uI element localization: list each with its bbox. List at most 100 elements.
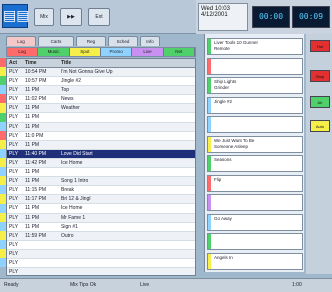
date-line-2: 4/12/2001 bbox=[201, 12, 228, 18]
app-logo-icon[interactable]: ▤▤ bbox=[2, 4, 29, 28]
playlist-row[interactable]: PLY 11 PM Sign #1 bbox=[7, 223, 195, 232]
side-button-1[interactable]: Stop bbox=[310, 70, 330, 82]
cart-item[interactable] bbox=[207, 194, 303, 211]
status-mode: Live bbox=[140, 282, 150, 288]
cart-color-bar bbox=[208, 175, 211, 191]
cell-time: 11:02 PM bbox=[25, 96, 47, 103]
playlist-row[interactable]: PLY bbox=[7, 259, 195, 269]
cell-title: Ice Home bbox=[61, 159, 83, 166]
cart-subtitle: Remote bbox=[214, 46, 230, 51]
cart-title: Go Away bbox=[214, 215, 232, 221]
playlist-row[interactable]: PLY 11:40 PM Love Did Start bbox=[7, 149, 195, 159]
cell-title bbox=[61, 259, 195, 267]
category-3[interactable]: Promo bbox=[100, 48, 133, 56]
cell-time: 11 PM bbox=[25, 123, 40, 130]
playlist-row[interactable]: PLY 11 PM Weather bbox=[7, 104, 195, 114]
cell-act: PLY bbox=[9, 241, 19, 248]
category-0[interactable]: Log bbox=[7, 48, 39, 56]
cell-act: PLY bbox=[9, 187, 19, 194]
playlist-row[interactable]: PLY 11 PM bbox=[7, 168, 195, 178]
playlist-row[interactable]: PLY 11 PM bbox=[7, 122, 195, 132]
cart-item[interactable] bbox=[207, 116, 303, 133]
tab-log[interactable]: Log bbox=[6, 36, 36, 46]
playlist-row[interactable]: PLY 11 PM bbox=[7, 113, 195, 123]
cart-color-bar bbox=[208, 214, 211, 230]
cell-title: Song 1 Intro bbox=[61, 178, 89, 185]
tab-sched[interactable]: Sched bbox=[108, 36, 138, 46]
playlist-row[interactable]: PLY bbox=[7, 241, 195, 250]
cell-title: Sign #1 bbox=[61, 223, 78, 230]
tab-carts[interactable]: Carts bbox=[38, 36, 74, 46]
tab-reg[interactable]: Reg bbox=[76, 36, 106, 46]
cell-act: PLY bbox=[9, 123, 19, 130]
status-bar: Ready Mix Tips Ok Live 1:00 bbox=[0, 278, 332, 292]
cart-item[interactable] bbox=[207, 57, 303, 75]
cell-title: Love Did Start bbox=[61, 150, 93, 157]
skip-button[interactable]: ▶▶ bbox=[60, 8, 82, 26]
playlist-row[interactable]: PLY 10:57 PM Jingle #2 bbox=[7, 77, 195, 87]
category-1[interactable]: Music bbox=[38, 48, 70, 56]
category-5[interactable]: Net bbox=[163, 48, 195, 56]
cart-list-panel: Liver Tools 10 Gunner Remote Ship Lights Gr… bbox=[204, 34, 304, 272]
side-button-panel: Hot Stop Air Auto bbox=[306, 34, 332, 274]
cart-color-bar bbox=[208, 234, 211, 249]
playlist-row[interactable]: PLY 11:15 PM Break bbox=[7, 186, 195, 196]
column-header-act[interactable]: Act bbox=[7, 59, 25, 67]
cart-item[interactable]: Angels In bbox=[207, 252, 303, 270]
playlist-row[interactable]: PLY bbox=[7, 268, 195, 275]
playlist-row[interactable]: PLY 11 PM Ice Home bbox=[7, 204, 195, 214]
playlist-header: Act Time Title bbox=[7, 59, 195, 68]
side-button-2[interactable]: Air bbox=[310, 96, 330, 108]
elapsed-timer: 00:00 bbox=[252, 6, 290, 28]
playlist-row[interactable]: PLY 11:42 PM Ice Home bbox=[7, 158, 195, 169]
tab-info[interactable]: Info bbox=[140, 36, 160, 46]
cart-color-bar bbox=[208, 195, 211, 210]
cart-title: Angels In bbox=[214, 254, 233, 260]
playlist-row[interactable]: PLY 11 PM bbox=[7, 140, 195, 150]
cell-act: PLY bbox=[9, 205, 19, 212]
playlist-row[interactable]: PLY 11:59 PM Outro bbox=[7, 231, 195, 241]
cell-time: 10:57 PM bbox=[25, 78, 47, 85]
cart-color-bar bbox=[208, 78, 211, 93]
cell-act: PLY bbox=[9, 150, 19, 157]
playlist-row[interactable]: PLY 11 PM Mr Fame 1 bbox=[7, 213, 195, 223]
cell-time: 11 PM bbox=[25, 169, 40, 176]
cell-act: PLY bbox=[9, 96, 19, 103]
side-button-3[interactable]: Auto bbox=[310, 120, 330, 132]
cell-time: 11:15 PM bbox=[25, 187, 47, 194]
category-4[interactable]: Live bbox=[132, 48, 164, 56]
playlist-row[interactable]: PLY 11:0 PM bbox=[7, 132, 195, 141]
cart-item[interactable]: Ship Lights Grinder bbox=[207, 77, 303, 94]
playlist-row[interactable]: PLY 11:02 PM News bbox=[7, 95, 195, 105]
remaining-timer: 00:09 bbox=[292, 6, 330, 28]
cell-title: Mr Fame 1 bbox=[61, 214, 86, 221]
cart-item[interactable]: We Just Want To Be Someone Asleep bbox=[207, 135, 303, 153]
cell-act: PLY bbox=[9, 169, 19, 176]
cell-title: Weather bbox=[61, 105, 80, 112]
cart-item[interactable]: Go Away bbox=[207, 213, 303, 231]
side-button-0[interactable]: Hot bbox=[310, 40, 330, 52]
column-header-time[interactable]: Time bbox=[25, 59, 61, 67]
playlist-row[interactable]: PLY 11:17 PM Bri 12 & Jingl bbox=[7, 195, 195, 205]
cell-time: 11:59 PM bbox=[25, 232, 47, 239]
cart-color-bar bbox=[208, 117, 211, 132]
playlist-row[interactable]: PLY bbox=[7, 249, 195, 259]
playlist-row[interactable]: PLY 10:54 PM I'm Not Gonna Give Up bbox=[7, 68, 195, 78]
ext-button[interactable]: Ext bbox=[88, 8, 110, 26]
cart-item[interactable]: Seasons bbox=[207, 155, 303, 172]
cart-color-bar bbox=[208, 136, 211, 152]
category-2[interactable]: Spot bbox=[69, 48, 101, 56]
cell-act: PLY bbox=[9, 178, 19, 185]
mix-button[interactable]: Mix bbox=[34, 8, 54, 26]
cell-time: 11 PM bbox=[25, 178, 40, 185]
cart-item[interactable]: Liver Tools 10 Gunner Remote bbox=[207, 38, 303, 55]
playlist-row[interactable]: PLY 11 PM Top bbox=[7, 86, 195, 96]
playlist-row[interactable]: PLY 11 PM Song 1 Intro bbox=[7, 177, 195, 187]
cart-item[interactable]: Jingle #2 bbox=[207, 96, 303, 114]
date-display: Wed 10:03 4/12/2001 bbox=[198, 3, 248, 31]
column-header-title[interactable]: Title bbox=[61, 59, 195, 67]
cart-item[interactable]: Flip bbox=[207, 174, 303, 192]
cell-act: PLY bbox=[9, 250, 19, 257]
cart-item[interactable] bbox=[207, 233, 303, 250]
cell-title bbox=[61, 132, 195, 140]
